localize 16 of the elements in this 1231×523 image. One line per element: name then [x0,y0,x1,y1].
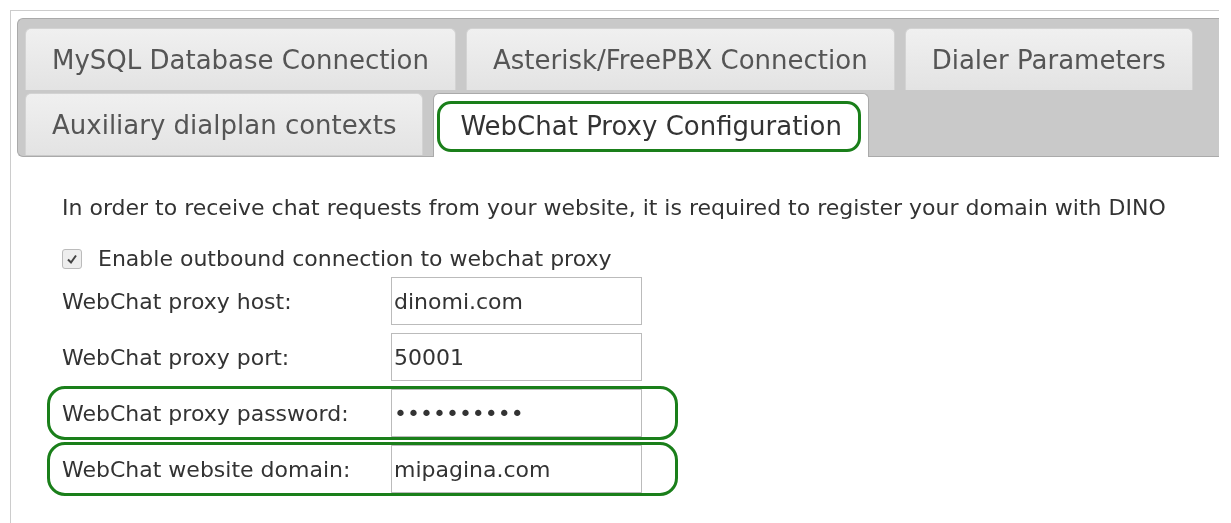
tab[interactable]: Dialer Parameters [904,28,1193,90]
checkbox[interactable] [62,248,82,269]
input-field[interactable]: •••••••••• [391,389,642,437]
tab[interactable]: MySQL Database Connection [25,28,456,90]
tab[interactable]: Auxiliary dialplan contexts [25,93,424,155]
checkbox-label: Enable outbound connection to webchat proxy [98,246,612,271]
input-field[interactable]: mipagina.com [391,445,642,493]
field-label: WebChat proxy port: [62,344,291,370]
intro-text: In order to receive chat requests from your website, it is required to register your domain with DINO [62,195,1167,220]
check-icon [66,252,78,265]
tab[interactable]: Asterisk/FreePBX Connection [466,28,895,90]
field-label: WebChat proxy host: [62,288,293,314]
input-field[interactable]: dinomi.com [391,277,642,325]
field-label: WebChat website domain: [62,456,352,482]
field-label: WebChat proxy password: [62,400,350,426]
input-field[interactable]: 50001 [391,333,642,381]
